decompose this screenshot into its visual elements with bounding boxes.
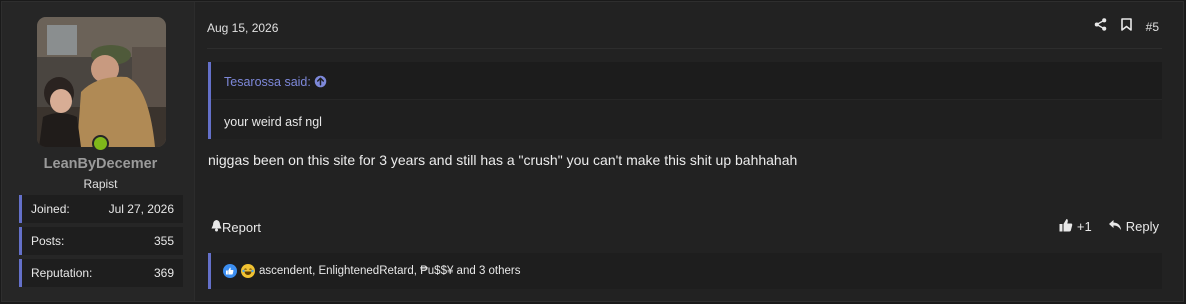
reply-icon <box>1108 219 1122 234</box>
stat-value: 369 <box>153 266 174 280</box>
reactions-bar[interactable]: ascendent, EnlightenedRetard, ₱u$$¥ and … <box>208 253 1162 289</box>
laugh-reaction-icon <box>241 264 255 278</box>
arrow-up-circle-icon[interactable] <box>314 75 327 88</box>
user-panel: LeanByDecemer Rapist Joined: Jul 27, 202… <box>2 2 195 301</box>
user-title: Rapist <box>83 177 118 191</box>
online-status-icon <box>92 135 109 152</box>
quote-header: Tesarossa said: <box>211 62 1162 100</box>
quote-author[interactable]: Tesarossa said: <box>224 75 311 89</box>
post-date[interactable]: Aug 15, 2026 <box>207 21 278 35</box>
quote-block: Tesarossa said: your weird asf ngl <box>208 62 1162 139</box>
stat-posts: Posts: 355 <box>19 227 183 255</box>
post-message: niggas been on this site for 3 years and… <box>208 152 798 168</box>
stat-label: Posts: <box>31 234 65 248</box>
share-icon[interactable] <box>1094 18 1107 36</box>
stat-value: Jul 27, 2026 <box>108 202 174 216</box>
like-count: +1 <box>1076 219 1092 234</box>
post-container: LeanByDecemer Rapist Joined: Jul 27, 202… <box>1 1 1184 302</box>
like-reaction-icon <box>223 264 237 278</box>
stat-label: Joined: <box>31 202 70 216</box>
stat-joined: Joined: Jul 27, 2026 <box>19 195 183 223</box>
stat-value: 355 <box>153 234 174 248</box>
reply-label: Reply <box>1125 219 1159 234</box>
stat-reputation: Reputation: 369 <box>19 259 183 287</box>
quote-text: your weird asf ngl <box>224 115 322 129</box>
header-divider <box>207 48 1162 49</box>
avatar[interactable] <box>37 17 166 147</box>
report-label: Report <box>222 219 262 235</box>
stat-label: Reputation: <box>31 266 93 280</box>
thumbs-up-icon <box>1059 218 1073 235</box>
like-button[interactable]: +1 <box>1059 218 1092 235</box>
bell-icon <box>211 219 222 235</box>
bookmark-icon[interactable] <box>1120 18 1132 36</box>
username[interactable]: LeanByDecemer <box>2 156 199 172</box>
reactions-summary[interactable]: ascendent, EnlightenedRetard, ₱u$$¥ and … <box>259 265 521 277</box>
post-footer-actions: +1 Reply <box>1059 218 1159 235</box>
avatar-photo <box>37 17 166 147</box>
post-header-actions: #5 <box>1094 18 1159 36</box>
reply-button[interactable]: Reply <box>1108 219 1159 234</box>
report-button[interactable]: Report <box>211 219 261 235</box>
post-number[interactable]: #5 <box>1146 20 1159 34</box>
